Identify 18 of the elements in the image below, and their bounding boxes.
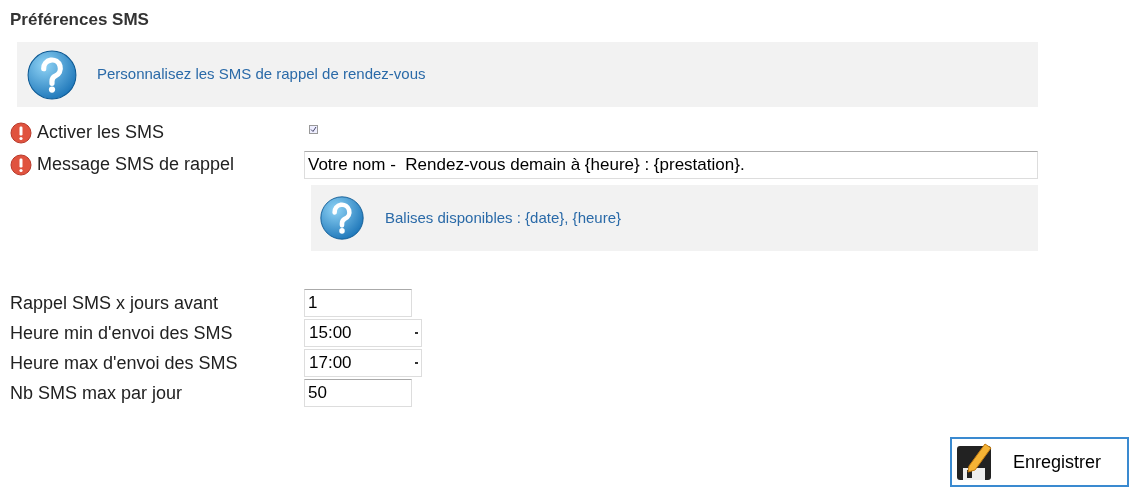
help-icon <box>26 48 78 101</box>
hint-text: Balises disponibles : {date}, {heure} <box>385 207 621 228</box>
info-text: Personnalisez les SMS de rappel de rendez-vous <box>97 64 426 85</box>
text-field[interactable]: 50 <box>304 379 412 407</box>
text-field[interactable]: Votre nom - Rendez-vous demain à {heure} : {prestation}. <box>304 151 1038 179</box>
page-title: Préférences SMS <box>10 9 149 31</box>
time-dropdown[interactable]: 15:00 <box>304 319 422 347</box>
help-icon <box>319 195 365 241</box>
time-dropdown[interactable]: 17:00 <box>304 349 422 377</box>
text-field[interactable]: 1 <box>304 289 412 317</box>
field-label: Heure max d'envoi des SMS <box>10 351 239 375</box>
save-button[interactable]: Enregistrer <box>950 437 1129 487</box>
field-label: Heure min d'envoi des SMS <box>10 321 234 345</box>
field-label: Rappel SMS x jours avant <box>10 291 220 315</box>
field-label: Nb SMS max par jour <box>10 381 184 405</box>
field-label: Activer les SMS <box>37 121 165 144</box>
checkbox[interactable] <box>309 125 318 134</box>
field-label: Message SMS de rappel <box>37 153 235 176</box>
